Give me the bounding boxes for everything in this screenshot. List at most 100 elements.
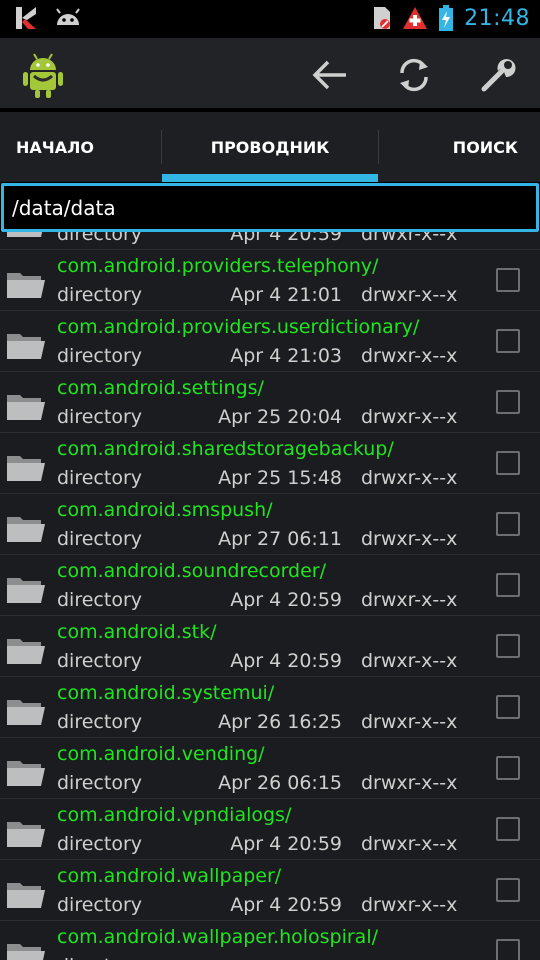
file-name: com.android.wallpaper/ bbox=[57, 865, 282, 887]
file-date: Apr 4 20:59 bbox=[230, 232, 342, 245]
settings-wrench-icon[interactable] bbox=[478, 55, 518, 95]
sim-off-icon bbox=[374, 7, 391, 29]
file-name: com.android.vpndialogs/ bbox=[57, 804, 292, 826]
folder-icon bbox=[7, 822, 45, 847]
refresh-icon[interactable] bbox=[394, 55, 434, 95]
folder-icon bbox=[7, 700, 45, 725]
folder-icon bbox=[7, 883, 45, 908]
folder-icon bbox=[7, 456, 45, 481]
status-bar-left bbox=[14, 5, 82, 31]
file-checkbox[interactable] bbox=[496, 817, 520, 841]
file-permissions: drwxr-x--x bbox=[361, 650, 458, 672]
file-permissions: drwxr-x--x bbox=[361, 232, 458, 245]
file-checkbox[interactable] bbox=[496, 634, 520, 658]
file-list[interactable]: directory Apr 4 20:59 drwxr-x--x com.androi… bbox=[0, 232, 540, 960]
file-checkbox[interactable] bbox=[496, 573, 520, 597]
file-row[interactable]: com.android.wallpaper.holospiral/directo… bbox=[0, 921, 540, 960]
file-checkbox[interactable] bbox=[496, 329, 520, 353]
tab-search[interactable]: ПОИСК bbox=[378, 112, 540, 182]
status-bar: 21:48 bbox=[0, 0, 540, 38]
file-permissions: drwxr-x--x bbox=[361, 467, 458, 489]
folder-icon bbox=[7, 273, 45, 298]
file-type: directory bbox=[57, 467, 142, 489]
file-checkbox[interactable] bbox=[496, 695, 520, 719]
file-permissions: drwxr-x--x bbox=[361, 711, 458, 733]
folder-icon bbox=[7, 578, 45, 603]
tab-home[interactable]: НАЧАЛО bbox=[0, 112, 162, 182]
file-date: Apr 4 21:03 bbox=[230, 345, 342, 367]
file-type: directory bbox=[57, 406, 142, 428]
file-checkbox[interactable] bbox=[496, 451, 520, 475]
file-date: Apr 27 06:11 bbox=[218, 528, 342, 550]
file-date: Apr 26 16:25 bbox=[218, 711, 342, 733]
file-row[interactable]: com.android.wallpaper/directory Apr 4 20:… bbox=[0, 860, 540, 921]
file-type: directory bbox=[57, 232, 142, 245]
folder-icon bbox=[7, 334, 45, 359]
file-checkbox[interactable] bbox=[496, 939, 520, 960]
file-checkbox[interactable] bbox=[496, 390, 520, 414]
file-date: Apr 4 21:01 bbox=[230, 284, 342, 306]
app-logo-icon[interactable] bbox=[20, 50, 66, 100]
path-text: /data/data bbox=[12, 196, 116, 220]
file-checkbox[interactable] bbox=[496, 878, 520, 902]
file-permissions: drwxr-x--x bbox=[361, 833, 458, 855]
file-row[interactable]: com.android.soundrecorder/directory Apr 4… bbox=[0, 555, 540, 616]
battery-charging-icon bbox=[439, 5, 454, 31]
folder-icon bbox=[7, 639, 45, 664]
file-date: Apr 4 20:59 bbox=[230, 894, 342, 916]
file-type: directory bbox=[57, 711, 142, 733]
file-name: com.android.vending/ bbox=[57, 743, 265, 765]
file-type: directory bbox=[57, 650, 142, 672]
file-type: directory bbox=[57, 528, 142, 550]
action-bar bbox=[0, 38, 540, 146]
file-checkbox[interactable] bbox=[496, 512, 520, 536]
file-row[interactable]: com.android.vending/directory Apr 26 06:1… bbox=[0, 738, 540, 799]
file-row[interactable]: com.android.smspush/directory Apr 27 06:1… bbox=[0, 494, 540, 555]
file-row[interactable]: com.android.systemui/directory Apr 26 16:… bbox=[0, 677, 540, 738]
file-name: com.android.systemui/ bbox=[57, 682, 275, 704]
folder-icon bbox=[7, 232, 43, 237]
file-row[interactable]: com.android.sharedstoragebackup/director… bbox=[0, 433, 540, 494]
tab-explorer[interactable]: ПРОВОДНИК bbox=[162, 112, 378, 182]
file-row[interactable]: com.android.vpndialogs/directory Apr 4 20… bbox=[0, 799, 540, 860]
status-bar-right: 21:48 bbox=[372, 4, 530, 32]
file-row[interactable]: directory Apr 4 20:59 drwxr-x--x bbox=[0, 232, 540, 250]
file-date: Apr 25 15:48 bbox=[218, 467, 342, 489]
file-type: directory bbox=[57, 772, 142, 794]
file-permissions: drwxr-x--x bbox=[361, 345, 458, 367]
file-row[interactable]: com.android.providers.userdictionary/dir… bbox=[0, 311, 540, 372]
file-name: com.android.providers.telephony/ bbox=[57, 255, 379, 277]
file-type: directory bbox=[57, 284, 142, 306]
file-name: com.android.stk/ bbox=[57, 621, 217, 643]
file-type: directory bbox=[57, 833, 142, 855]
clock: 21:48 bbox=[464, 5, 530, 31]
file-date: Apr 26 06:15 bbox=[218, 772, 342, 794]
file-name: com.android.settings/ bbox=[57, 377, 264, 399]
android-debug-icon bbox=[56, 8, 80, 25]
file-row[interactable]: com.android.settings/directory Apr 25 20:… bbox=[0, 372, 540, 433]
file-name: com.android.providers.userdictionary/ bbox=[57, 316, 420, 338]
file-type: directory bbox=[57, 345, 142, 367]
file-date: Apr 4 20:59 bbox=[230, 589, 342, 611]
folder-icon bbox=[7, 517, 45, 542]
file-row[interactable]: com.android.providers.telephony/director… bbox=[0, 250, 540, 311]
swiss-flag-icon bbox=[403, 7, 428, 29]
file-permissions: drwxr-x--x bbox=[361, 894, 458, 916]
file-date: Apr 4 20:59 bbox=[230, 650, 342, 672]
file-permissions: drwxr-x--x bbox=[361, 284, 458, 306]
file-checkbox[interactable] bbox=[496, 756, 520, 780]
file-permissions: drwxr-x--x bbox=[361, 406, 458, 428]
back-arrow-icon[interactable] bbox=[310, 55, 350, 95]
file-permissions: drwxr-x--x bbox=[361, 772, 458, 794]
folder-icon bbox=[7, 761, 45, 786]
file-checkbox[interactable] bbox=[496, 268, 520, 292]
file-type: directory bbox=[57, 894, 142, 916]
folder-icon bbox=[7, 944, 45, 960]
file-row[interactable]: com.android.stk/directory Apr 4 20:59 drwx… bbox=[0, 616, 540, 677]
file-type: directory bbox=[57, 589, 142, 611]
file-name: com.android.wallpaper.holospiral/ bbox=[57, 926, 379, 948]
active-tab-indicator bbox=[162, 174, 378, 182]
tab-bar: НАЧАЛО ПРОВОДНИК ПОИСК bbox=[0, 112, 540, 294]
path-input[interactable]: /data/data bbox=[1, 183, 539, 232]
file-date: Apr 4 20:59 bbox=[230, 833, 342, 855]
